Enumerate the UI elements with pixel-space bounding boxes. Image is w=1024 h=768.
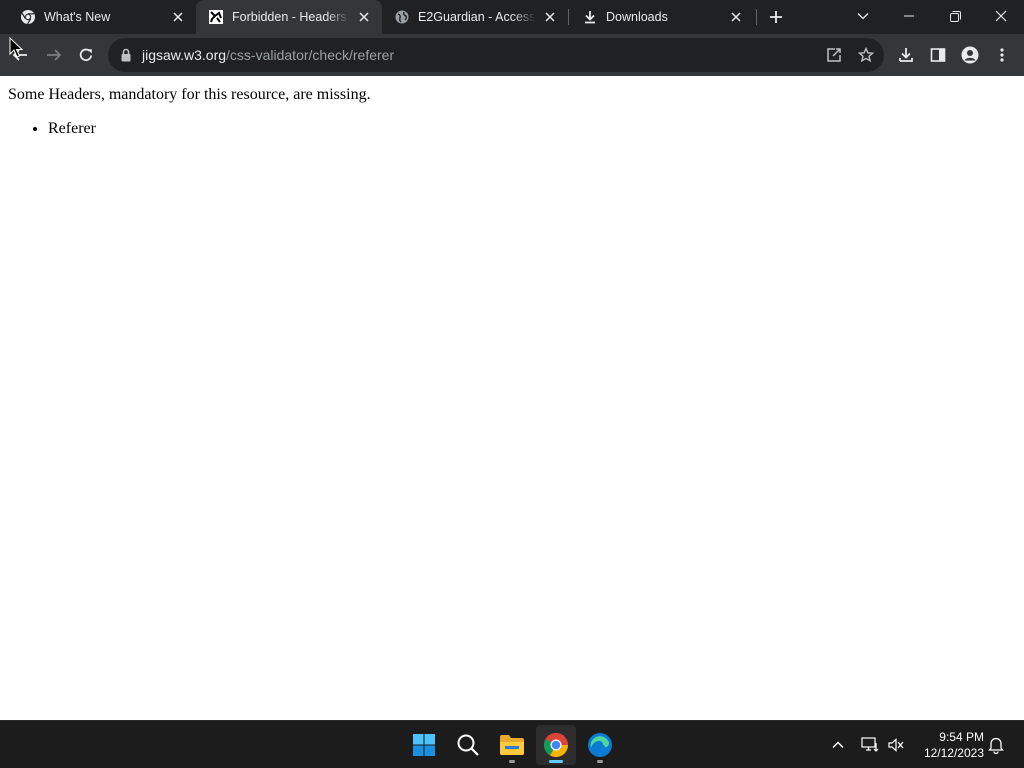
tab-whats-new[interactable]: What's New (0, 0, 196, 34)
more-vertical-icon (1000, 48, 1004, 62)
close-tab-icon[interactable] (356, 9, 372, 25)
volume-muted-icon[interactable] (886, 735, 906, 755)
running-indicator (509, 760, 515, 763)
clock-date: 12/12/2023 (923, 746, 984, 760)
running-indicator (597, 760, 603, 763)
url-text: jigsaw.w3.org/css-validator/check/refere… (142, 47, 394, 63)
reload-icon (79, 48, 93, 62)
chevron-up-icon[interactable] (828, 735, 848, 755)
edge-taskbar-button[interactable] (580, 725, 620, 765)
url-host: jigsaw.w3.org (142, 47, 227, 63)
bookmark-star-icon[interactable] (856, 45, 876, 65)
close-tab-icon[interactable] (728, 9, 744, 25)
tab-title: E2Guardian - Access Denied (418, 10, 536, 24)
system-clock[interactable]: 9:54 PM 12/12/2023 (912, 729, 984, 761)
browser-toolbar: jigsaw.w3.org/css-validator/check/refere… (0, 34, 1024, 76)
download-icon (899, 48, 913, 62)
downloads-button[interactable] (890, 39, 922, 71)
clock-time: 9:54 PM (939, 730, 984, 744)
chevron-down-icon (857, 13, 869, 20)
arrow-right-icon (47, 49, 62, 61)
download-icon (582, 9, 598, 25)
chrome-icon (20, 9, 36, 25)
network-icon[interactable] (860, 735, 880, 755)
plus-icon (770, 11, 782, 23)
profile-button[interactable] (954, 39, 986, 71)
side-panel-icon (930, 48, 946, 62)
minimize-icon (904, 15, 914, 17)
reload-button[interactable] (70, 39, 102, 71)
w3c-icon (208, 9, 224, 25)
tab-search-button[interactable] (840, 0, 886, 32)
active-indicator (549, 760, 563, 763)
page-content: Some Headers, mandatory for this resourc… (0, 76, 1024, 720)
globe-icon (394, 9, 410, 25)
tab-separator (756, 9, 757, 25)
close-tab-icon[interactable] (542, 9, 558, 25)
error-message: Some Headers, mandatory for this resourc… (8, 86, 371, 103)
address-bar[interactable]: jigsaw.w3.org/css-validator/check/refere… (108, 38, 884, 72)
start-icon (413, 734, 435, 756)
lock-icon[interactable] (120, 48, 132, 62)
tab-downloads[interactable]: Downloads (568, 0, 754, 34)
edge-icon (588, 733, 612, 757)
taskbar-search-button[interactable] (448, 725, 488, 765)
avatar-icon (961, 46, 979, 64)
file-explorer-icon (500, 735, 524, 755)
url-path: /css-validator/check/referer (226, 47, 395, 63)
side-panel-button[interactable] (922, 39, 954, 71)
forward-button[interactable] (38, 39, 70, 71)
missing-headers-list: Referer (48, 120, 96, 138)
close-window-button[interactable] (978, 0, 1024, 32)
tab-title: What's New (44, 10, 111, 24)
chrome-icon (543, 732, 568, 758)
file-explorer-button[interactable] (492, 725, 532, 765)
start-button[interactable] (404, 725, 444, 765)
taskbar: 9:54 PM 12/12/2023 (0, 720, 1024, 768)
restore-icon (949, 10, 961, 22)
notification-bell-icon[interactable] (986, 735, 1006, 755)
chrome-taskbar-button[interactable] (536, 725, 576, 765)
new-tab-button[interactable] (766, 7, 786, 27)
close-tab-icon[interactable] (170, 9, 186, 25)
tab-strip: What's New Forbidden - Headers missing E… (0, 0, 1024, 34)
tab-title: Forbidden - Headers missing (232, 10, 350, 24)
minimize-button[interactable] (886, 0, 932, 32)
share-icon[interactable] (824, 45, 844, 65)
menu-button[interactable] (986, 39, 1018, 71)
search-icon (457, 734, 479, 756)
list-item: Referer (48, 120, 96, 138)
tab-e2guardian[interactable]: E2Guardian - Access Denied (382, 0, 568, 34)
tab-forbidden[interactable]: Forbidden - Headers missing (196, 0, 382, 34)
close-icon (995, 10, 1007, 22)
tab-title: Downloads (606, 10, 668, 24)
restore-button[interactable] (932, 0, 978, 32)
mouse-cursor-icon (9, 37, 23, 58)
